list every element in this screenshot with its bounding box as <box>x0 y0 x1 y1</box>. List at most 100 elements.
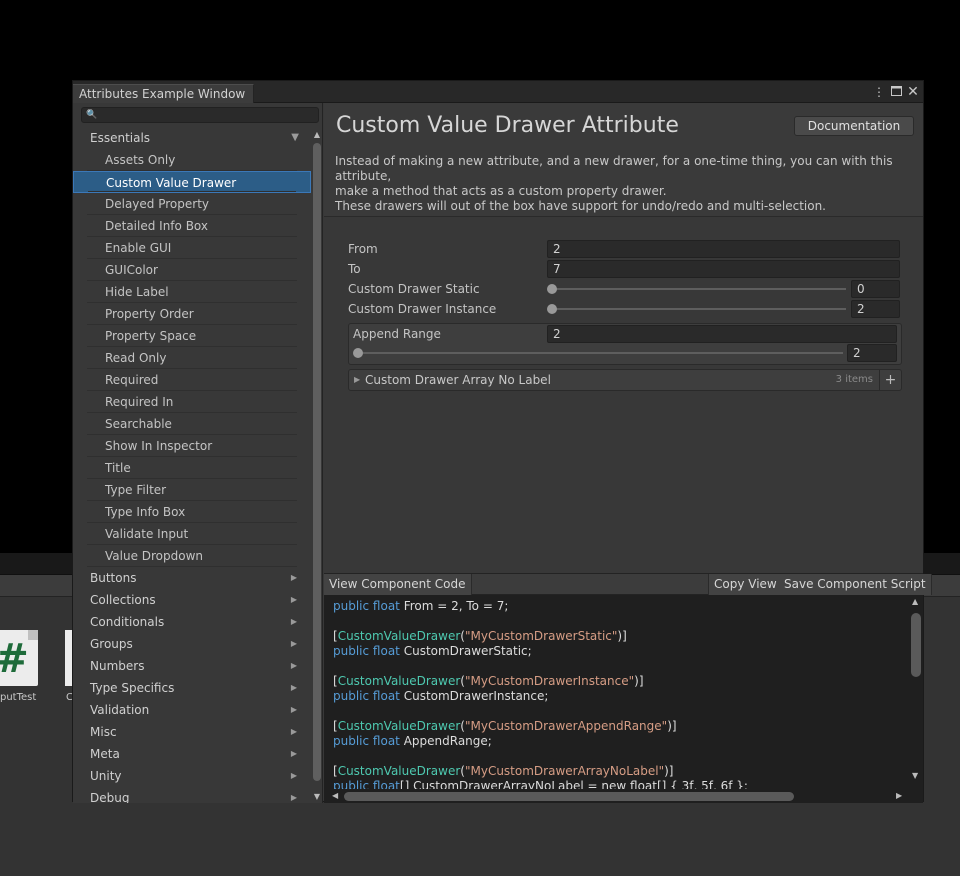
collapsed-triangle-icon: ▶ <box>290 727 297 736</box>
append-range-field[interactable]: 2 <box>547 325 897 343</box>
menu-item-assets-only[interactable]: Assets Only <box>73 149 311 171</box>
code-horizontal-scrollbar[interactable]: ◀ ▶ <box>324 789 923 803</box>
menu-item-detailed-info-box[interactable]: Detailed Info Box <box>73 215 311 237</box>
to-row: To 7 <box>348 260 902 278</box>
menu-item-show-in-inspector[interactable]: Show In Inspector <box>73 435 311 457</box>
menu-item-conditionals[interactable]: Conditionals ▶ <box>73 611 311 633</box>
menu-item-property-order[interactable]: Property Order <box>73 303 311 325</box>
code-horizontal-scrollbar-thumb[interactable] <box>344 792 794 801</box>
from-field[interactable]: 2 <box>547 240 900 258</box>
menu-item-value-dropdown[interactable]: Value Dropdown <box>73 545 311 567</box>
close-icon[interactable]: ✕ <box>905 83 921 101</box>
attribute-header: Custom Value Drawer Attribute Documentat… <box>324 103 923 217</box>
expand-triangle-icon: ▼ <box>291 132 299 143</box>
menu-item-label: Read Only <box>105 351 167 365</box>
menu-item-label: Searchable <box>105 417 172 431</box>
menu-item-collections[interactable]: Collections ▶ <box>73 589 311 611</box>
menu-item-type-filter[interactable]: Type Filter <box>73 479 311 501</box>
menu-item-groups[interactable]: Groups ▶ <box>73 633 311 655</box>
menu-list: Essentials ▼ Assets Only Custom Value Drawe… <box>73 127 311 803</box>
static-slider-handle[interactable] <box>547 284 557 294</box>
custom-drawer-array-foldout[interactable]: ▶ Custom Drawer Array No Label 3 items + <box>348 369 902 391</box>
to-label: To <box>348 262 361 276</box>
menu-item-label: Essentials <box>90 131 151 145</box>
instance-value-field[interactable]: 2 <box>851 300 900 318</box>
menu-item-unity[interactable]: Unity ▶ <box>73 765 311 787</box>
from-row: From 2 <box>348 240 902 258</box>
scroll-up-arrow-icon[interactable]: ▲ <box>311 129 322 141</box>
menu-scrollbar[interactable]: ▲ ▼ <box>311 127 322 803</box>
scroll-down-arrow-icon[interactable]: ▼ <box>912 771 918 780</box>
menu-item-guicolor[interactable]: GUIColor <box>73 259 311 281</box>
menu-item-essentials[interactable]: Essentials ▼ <box>73 127 311 149</box>
window-titlebar: Attributes Example Window ⋮ ✕ <box>73 81 923 103</box>
view-component-code-tab[interactable]: View Component Code <box>324 574 472 595</box>
menu-item-custom-value-drawer[interactable]: Custom Value Drawer <box>73 171 311 193</box>
menu-item-label: Collections <box>90 593 156 607</box>
add-item-button[interactable]: + <box>879 370 901 390</box>
menu-item-buttons[interactable]: Buttons ▶ <box>73 567 311 589</box>
code-vertical-scrollbar[interactable]: ▲ ▼ <box>909 595 923 789</box>
menu-item-required-in[interactable]: Required In <box>73 391 311 413</box>
documentation-button[interactable]: Documentation <box>794 116 914 136</box>
scroll-left-arrow-icon[interactable]: ◀ <box>332 791 338 800</box>
append-slider-handle[interactable] <box>353 348 363 358</box>
instance-slider-handle[interactable] <box>547 304 557 314</box>
menu-item-title[interactable]: Title <box>73 457 311 479</box>
save-component-script-button[interactable]: Save Component Script <box>779 574 932 595</box>
menu-item-validation[interactable]: Validation ▶ <box>73 699 311 721</box>
search-icon: 🔍 <box>86 110 98 120</box>
foldout-arrow-icon[interactable]: ▶ <box>354 370 360 390</box>
menu-item-label: Enable GUI <box>105 241 172 255</box>
menu-scrollbar-thumb[interactable] <box>313 143 321 781</box>
from-label: From <box>348 242 378 256</box>
scroll-down-arrow-icon[interactable]: ▼ <box>311 791 322 803</box>
menu-item-enable-gui[interactable]: Enable GUI <box>73 237 311 259</box>
maximize-icon[interactable] <box>888 83 904 101</box>
menu-item-numbers[interactable]: Numbers ▶ <box>73 655 311 677</box>
menu-item-searchable[interactable]: Searchable <box>73 413 311 435</box>
code-vertical-scrollbar-thumb[interactable] <box>911 613 921 677</box>
static-slider-track[interactable] <box>548 288 846 290</box>
menu-item-label: Validation <box>90 703 150 717</box>
menu-item-required[interactable]: Required <box>73 369 311 391</box>
scroll-right-arrow-icon[interactable]: ▶ <box>896 791 902 800</box>
menu-separator <box>88 191 296 192</box>
instance-slider-track[interactable] <box>548 308 846 310</box>
kebab-menu-icon[interactable]: ⋮ <box>871 83 887 101</box>
asset-label: putTest <box>0 692 37 703</box>
code-toolbar: View Component Code Copy View Save Compo… <box>324 573 932 595</box>
window-tab[interactable]: Attributes Example Window <box>73 84 255 103</box>
append-slider-track[interactable] <box>356 352 843 354</box>
menu-item-hide-label[interactable]: Hide Label <box>73 281 311 303</box>
menu-item-type-specifics[interactable]: Type Specifics ▶ <box>73 677 311 699</box>
menu-item-meta[interactable]: Meta ▶ <box>73 743 311 765</box>
static-value-field[interactable]: 0 <box>851 280 900 298</box>
append-slider-value-field[interactable]: 2 <box>847 344 897 362</box>
menu-item-type-info-box[interactable]: Type Info Box <box>73 501 311 523</box>
menu-item-misc[interactable]: Misc ▶ <box>73 721 311 743</box>
collapsed-triangle-icon: ▶ <box>290 573 297 582</box>
menu-item-label: Hide Label <box>105 285 169 299</box>
code-line: [CustomValueDrawer("MyCustomDrawerStatic… <box>333 629 627 643</box>
menu-item-debug[interactable]: Debug ▶ <box>73 787 311 803</box>
menu-item-label: Delayed Property <box>105 197 210 211</box>
menu-item-label: Validate Input <box>105 527 189 541</box>
menu-search-input[interactable]: 🔍 <box>81 107 319 123</box>
menu-item-label: Custom Value Drawer <box>106 176 237 190</box>
menu-item-read-only[interactable]: Read Only <box>73 347 311 369</box>
menu-item-validate-input[interactable]: Validate Input <box>73 523 311 545</box>
menu-item-label: Misc <box>90 725 117 739</box>
to-field[interactable]: 7 <box>547 260 900 278</box>
code-line: [CustomValueDrawer("MyCustomDrawerArrayN… <box>333 764 674 778</box>
array-label: Custom Drawer Array No Label <box>365 373 551 387</box>
menu-item-property-space[interactable]: Property Space <box>73 325 311 347</box>
menu-item-delayed-property[interactable]: Delayed Property <box>73 193 311 215</box>
append-range-label: Append Range <box>353 327 441 341</box>
copy-view-button[interactable]: Copy View <box>708 574 783 595</box>
component-code-view[interactable]: public float From = 2, To = 7; [CustomVa… <box>324 595 923 803</box>
scroll-up-arrow-icon[interactable]: ▲ <box>912 597 918 606</box>
csharp-hash-glyph: # <box>0 636 32 682</box>
collapsed-triangle-icon: ▶ <box>290 595 297 604</box>
